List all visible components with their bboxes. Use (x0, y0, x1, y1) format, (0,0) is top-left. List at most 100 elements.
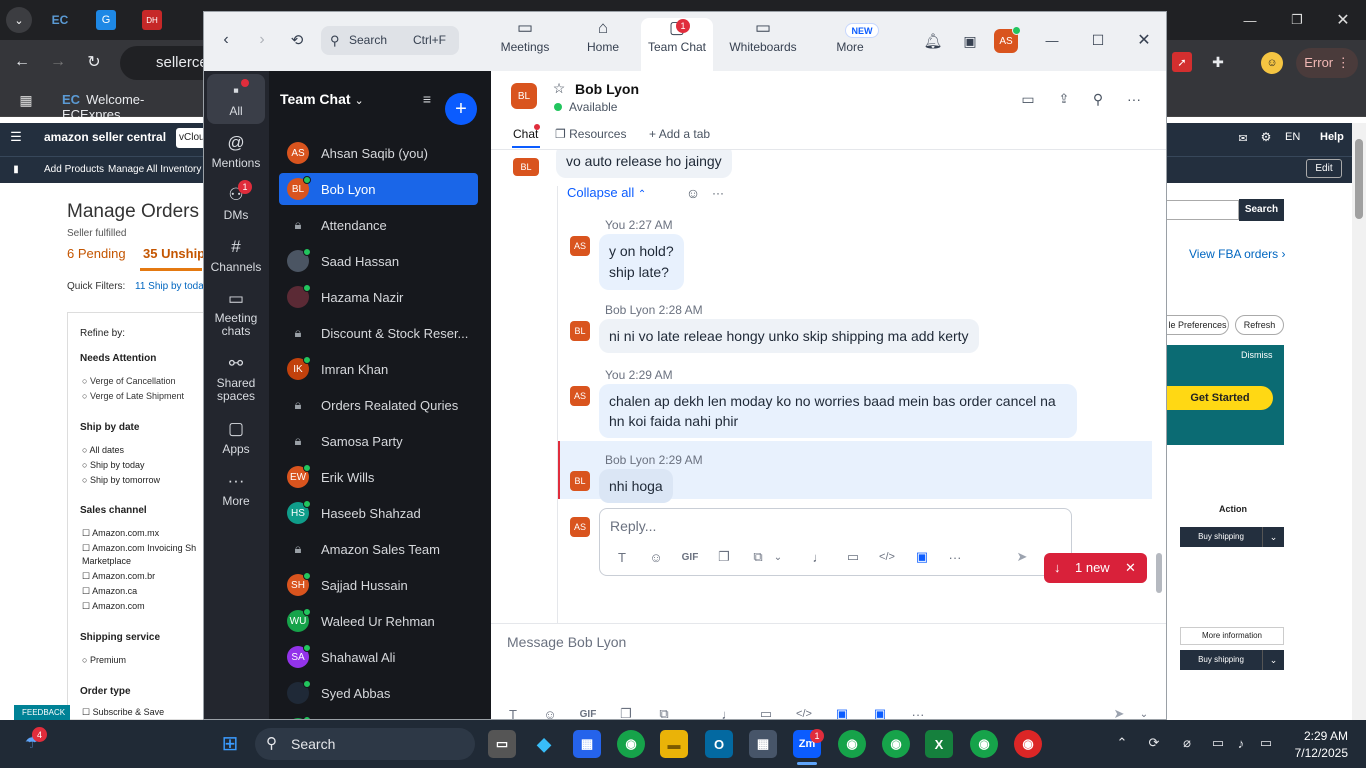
message-bubble[interactable]: chalen ap dekh len moday ko no worries b… (599, 384, 1077, 438)
contact-item[interactable]: WAWaleed Ayub (279, 713, 478, 719)
rail-more[interactable]: ··· More (207, 471, 265, 508)
page-scrollbar[interactable] (1352, 123, 1366, 720)
refresh-button[interactable]: Refresh (1235, 315, 1284, 335)
hamburger-menu-icon[interactable]: ☰ (8, 129, 24, 145)
buy-shipping-dropdown-icon[interactable]: ⌄ (1262, 650, 1284, 670)
radio-all-dates[interactable]: ○ All dates (82, 445, 124, 455)
message-bubble[interactable]: vo auto release ho jaingy (556, 150, 732, 178)
contact-item[interactable]: SA Shahawal Ali (279, 641, 478, 673)
close-icon[interactable]: ✕ (1125, 553, 1136, 583)
buy-shipping-button[interactable]: Buy shipping (1180, 527, 1262, 547)
notification-bell-icon[interactable]: 🔔︎ (923, 31, 943, 51)
contact-item[interactable]: 🔒︎ Amazon Sales Team (279, 533, 478, 565)
contact-item[interactable]: 🔒︎ Discount & Stock Reser... (279, 317, 478, 349)
tab-resources[interactable]: ❐ Resources (555, 127, 626, 141)
contact-item[interactable]: BL Bob Lyon (279, 173, 478, 205)
browser-tab-icon[interactable]: G (96, 10, 116, 30)
outlook-icon[interactable]: O (705, 730, 733, 758)
windows-start-icon[interactable]: ⊞ (218, 731, 242, 755)
checkbox-subscribe-save[interactable]: ☐ Subscribe & Save (82, 707, 164, 718)
view-fba-link[interactable]: View FBA orders › (1189, 247, 1286, 261)
buy-shipping-dropdown-icon[interactable]: ⌄ (1262, 527, 1284, 547)
menu-manage-inventory[interactable]: Manage All Inventory (108, 164, 201, 175)
pending-tab[interactable]: 6 Pending (67, 246, 126, 261)
thread-more-icon[interactable]: ··· (709, 184, 727, 202)
more-options-icon[interactable]: ··· (1124, 89, 1144, 109)
chat-contact-name[interactable]: Bob Lyon (575, 81, 639, 97)
contact-item[interactable]: HS Haseeb Shahzad (279, 497, 478, 529)
microphone-icon[interactable]: ♩ (718, 704, 738, 720)
app-icon[interactable]: ▣ (912, 547, 932, 567)
add-tab-button[interactable]: + Add a tab (649, 127, 710, 141)
display-icon[interactable]: ▭ (1209, 734, 1227, 752)
clock-time[interactable]: 2:29 AM (1296, 729, 1348, 743)
emoji-icon[interactable]: ☺ (540, 704, 560, 720)
file-icon[interactable]: ❐ (714, 547, 734, 567)
reload-icon[interactable]: ↻ (84, 52, 104, 72)
chevron-down-icon[interactable]: ⌄ (1134, 704, 1154, 720)
emoji-icon[interactable]: ☺ (646, 547, 666, 567)
video-call-icon[interactable]: ▭ (1018, 89, 1038, 109)
rail-meeting-chats[interactable]: ▭ Meeting chats (207, 289, 265, 338)
gif-icon[interactable]: GIF (680, 547, 700, 567)
battery-icon[interactable]: ▭ (1256, 734, 1276, 752)
clock-date[interactable]: 7/12/2025 (1286, 746, 1348, 760)
menu-add-products[interactable]: Add Products (44, 164, 104, 175)
feedback-tab[interactable]: FEEDBACK ✕ (14, 705, 70, 732)
more-tools-icon[interactable]: ··· (945, 547, 965, 567)
excel-icon[interactable]: X (925, 730, 953, 758)
amazon-logo[interactable]: amazon seller central (44, 130, 166, 144)
chevron-down-icon[interactable]: ⌄ (768, 547, 788, 567)
network-off-icon[interactable]: ⌀ (1178, 734, 1196, 752)
microphone-icon[interactable]: ♩ (809, 547, 829, 567)
text-format-icon[interactable]: T (503, 704, 523, 720)
gif-icon[interactable]: GIF (578, 704, 598, 720)
chrome-profile-icon[interactable]: ◉ (1014, 730, 1042, 758)
message-bubble[interactable]: nhi hoga (599, 469, 673, 503)
address-bar[interactable]: sellerce (120, 46, 210, 80)
browser-tab-icon[interactable]: EC (50, 10, 70, 30)
contact-item[interactable]: 🔒︎ Orders Realated Quries (279, 389, 478, 421)
radio-ship-tomorrow[interactable]: ○ Ship by tomorrow (82, 475, 160, 485)
chat-avatar[interactable]: BL (511, 83, 537, 109)
window-minimize-icon[interactable]: — (1042, 30, 1062, 50)
task-view-icon[interactable]: ▭ (488, 730, 516, 758)
rail-mentions[interactable]: @ Mentions (207, 133, 265, 170)
apps-grid-icon[interactable]: ▦ (17, 91, 35, 109)
calendar-icon[interactable]: ▣ (960, 31, 980, 51)
quick-filter-ship-today[interactable]: 11 Ship by today (135, 281, 203, 292)
rail-all[interactable]: ▪ All (207, 81, 265, 118)
video-message-icon[interactable]: ▭ (843, 547, 863, 567)
sync-icon[interactable]: ⟳ (1145, 734, 1163, 752)
file-explorer-icon[interactable]: ▬ (660, 730, 688, 758)
nav-home[interactable]: ⌂ Home (582, 18, 624, 54)
video-message-icon[interactable]: ▭ (756, 704, 776, 719)
more-information-button[interactable]: More information (1180, 627, 1284, 645)
zoom-search-box[interactable]: ⚲ Search Ctrl+F (321, 26, 459, 55)
window-close-icon[interactable]: ✕ (1134, 30, 1154, 50)
contact-item[interactable]: 🔒︎ Samosa Party (279, 425, 478, 457)
checkbox-amazon-com[interactable]: ☐ Amazon.com (82, 601, 145, 612)
taskbar-search[interactable]: ⚲ Search (255, 728, 475, 760)
contact-item[interactable]: Syed Abbas (279, 677, 478, 709)
help-link[interactable]: Help (1320, 131, 1344, 143)
checkbox-amazon-ca[interactable]: ☐ Amazon.ca (82, 586, 137, 597)
chat-search-icon[interactable]: ⚲ (1088, 89, 1108, 109)
chrome-profile-icon[interactable]: ◉ (970, 730, 998, 758)
code-icon[interactable]: </> (794, 704, 814, 719)
profile-avatar-icon[interactable]: ☺ (1261, 52, 1283, 74)
volume-icon[interactable]: ♪ (1232, 734, 1250, 752)
chrome-profile-icon[interactable]: ◉ (882, 730, 910, 758)
share-screen-icon[interactable]: ⇪ (1054, 89, 1074, 109)
language-selector[interactable]: EN (1285, 131, 1300, 143)
checkbox-amazon-invoicing[interactable]: ☐ Amazon.com Invoicing Sh (82, 543, 202, 554)
browser-close-icon[interactable]: ✕ (1333, 10, 1353, 30)
edit-menu-button[interactable]: Edit (1306, 159, 1342, 178)
get-started-button[interactable]: Get Started (1167, 386, 1273, 410)
bookmark-item[interactable]: EC Welcome- ECExpres (62, 92, 202, 122)
extensions-puzzle-icon[interactable]: ✚ (1208, 52, 1228, 72)
contact-item[interactable]: IK Imran Khan (279, 353, 478, 385)
nav-whiteboards[interactable]: ▭ Whiteboards (728, 18, 798, 54)
rail-channels[interactable]: # Channels (207, 237, 265, 274)
radio-ship-today[interactable]: ○ Ship by today (82, 460, 144, 470)
